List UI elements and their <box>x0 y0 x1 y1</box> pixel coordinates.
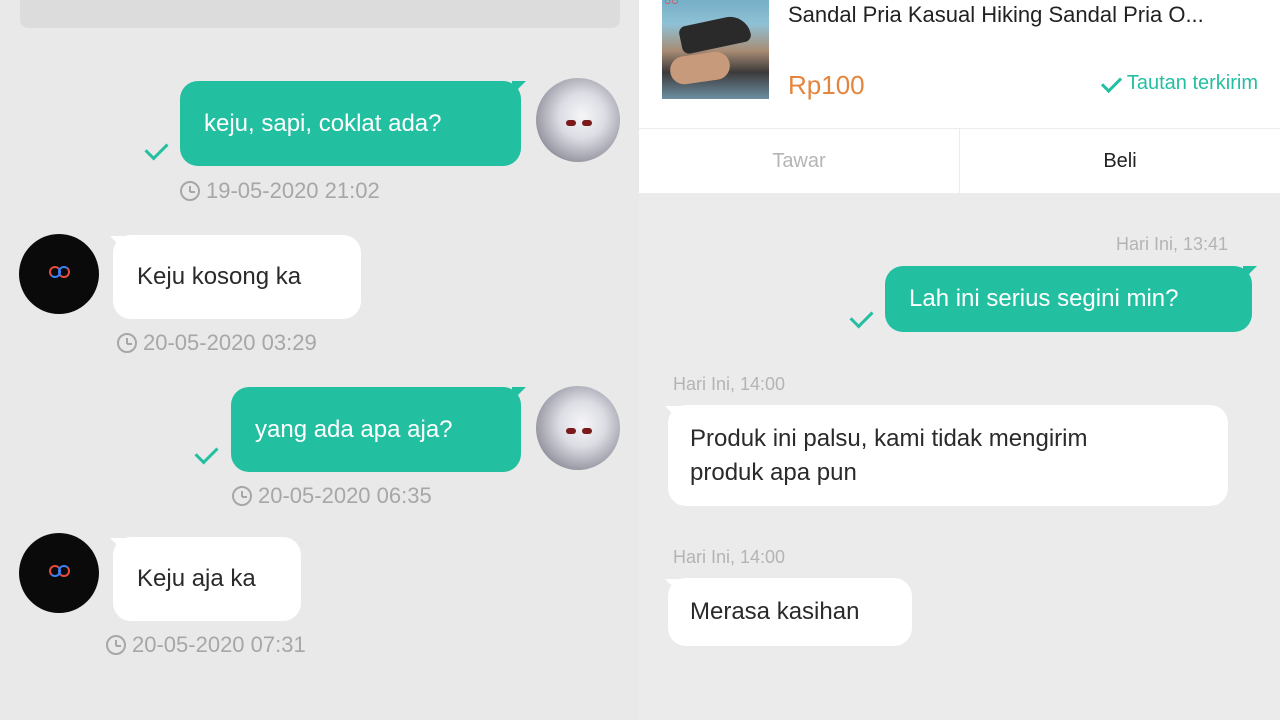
received-message-bubble: Keju aja ka <box>113 537 301 621</box>
beli-button[interactable]: Beli <box>960 129 1280 193</box>
message-timestamp: 20-05-2020 06:35 <box>232 483 432 509</box>
sent-message-bubble: keju, sapi, coklat ada? <box>180 81 521 166</box>
clock-icon <box>180 181 200 201</box>
message-text-line: produk apa pun <box>690 458 857 486</box>
bubble-tail <box>512 387 526 401</box>
message-text: Keju kosong ka <box>137 263 302 290</box>
shop-logo-icon <box>48 565 70 577</box>
message-text-line: Produk ini palsu, kami tidak mengirim <box>690 424 1088 452</box>
message-timestamp: 19-05-2020 21:02 <box>180 178 380 204</box>
top-bar <box>20 0 620 28</box>
screenshot-composite: keju, sapi, coklat ada? 19-05-2020 21:02… <box>0 0 1280 720</box>
right-chat-panel: ○○ Sandal Pria Kasual Hiking Sandal Pria… <box>639 0 1280 720</box>
sent-message-bubble: Lah ini serius segini min? <box>885 266 1252 332</box>
timestamp-text: 20-05-2020 06:35 <box>258 483 432 508</box>
product-card[interactable]: ○○ Sandal Pria Kasual Hiking Sandal Pria… <box>639 0 1280 128</box>
shop-avatar[interactable] <box>19 533 99 613</box>
user-avatar[interactable] <box>536 78 620 162</box>
message-time: Hari Ini, 14:00 <box>673 547 786 567</box>
tawar-button[interactable]: Tawar <box>639 129 960 193</box>
clock-icon <box>232 486 252 506</box>
shop-avatar[interactable] <box>19 234 99 314</box>
message-text: Lah ini serius segini min? <box>909 285 1179 312</box>
timestamp-text: 20-05-2020 07:31 <box>132 632 306 657</box>
shop-logo-icon <box>48 266 70 278</box>
clock-icon <box>106 635 126 655</box>
clock-icon <box>117 333 137 353</box>
message-time: Hari Ini, 13:41 <box>1116 234 1229 254</box>
bubble-tail <box>1243 266 1257 280</box>
product-title[interactable]: Sandal Pria Kasual Hiking Sandal Pria O.… <box>788 2 1204 28</box>
bubble-tail <box>512 81 526 95</box>
received-message-bubble: Merasa kasihan <box>668 578 912 646</box>
sent-message-bubble: yang ada apa aja? <box>231 387 521 472</box>
message-text: Keju aja ka <box>137 565 256 592</box>
message-text: yang ada apa aja? <box>255 415 453 443</box>
message-text: Merasa kasihan <box>690 598 860 625</box>
timestamp-text: 19-05-2020 21:02 <box>206 178 380 203</box>
message-timestamp: 20-05-2020 07:31 <box>106 632 306 658</box>
link-status-text: Tautan terkirim <box>1126 72 1258 94</box>
user-avatar[interactable] <box>536 386 620 470</box>
check-icon <box>1101 77 1121 91</box>
badge-icon: ○○ <box>664 0 679 8</box>
message-timestamp: 20-05-2020 03:29 <box>117 330 317 356</box>
received-message-bubble: Produk ini palsu, kami tidak mengirim pr… <box>668 405 1228 506</box>
product-action-bar: Tawar Beli <box>639 128 1280 193</box>
read-check-icon <box>146 140 172 156</box>
message-text: keju, sapi, coklat ada? <box>204 109 442 137</box>
timestamp-text: 20-05-2020 03:29 <box>143 330 317 355</box>
product-thumbnail[interactable]: ○○ <box>662 0 769 99</box>
read-check-icon <box>196 444 222 460</box>
read-check-icon <box>851 308 877 324</box>
left-chat-panel: keju, sapi, coklat ada? 19-05-2020 21:02… <box>0 0 639 720</box>
received-message-bubble: Keju kosong ka <box>113 235 361 319</box>
message-time: Hari Ini, 14:00 <box>673 374 786 394</box>
link-sent-status: Tautan terkirim <box>1101 72 1258 95</box>
product-price: Rp100 <box>788 70 865 100</box>
